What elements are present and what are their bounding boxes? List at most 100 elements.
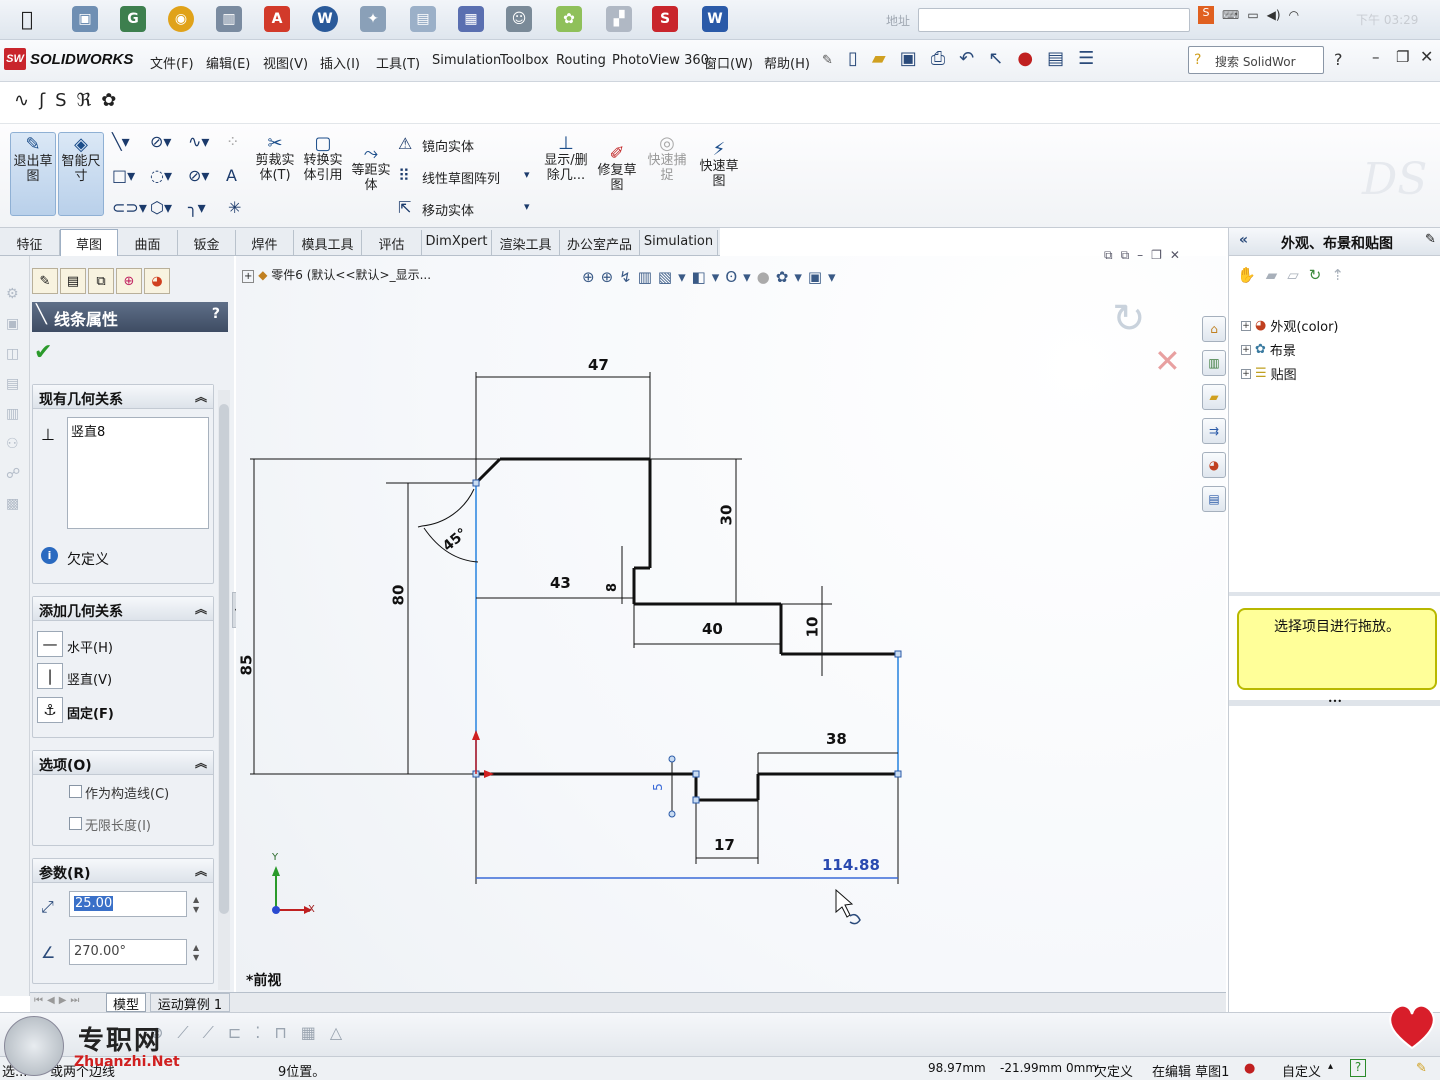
ellipse-tool-icon[interactable]: ⊘▾ bbox=[188, 166, 209, 185]
tab-sheetmetal[interactable]: 钣金 bbox=[178, 230, 236, 255]
expand-icon[interactable]: + bbox=[1241, 320, 1251, 331]
point-grid-icon[interactable]: ⁘ bbox=[226, 132, 239, 151]
tab-simulation[interactable]: Simulation bbox=[640, 230, 718, 255]
tab-model[interactable]: 模型 bbox=[106, 993, 146, 1013]
tab-office-products[interactable]: 办公室产品 bbox=[560, 230, 640, 255]
menu-edit[interactable]: 编辑(E) bbox=[206, 53, 250, 72]
expand-icon[interactable]: + bbox=[1241, 344, 1251, 355]
tree-item-appearances[interactable]: + ◕ 外观(color) bbox=[1241, 316, 1339, 335]
status-pencil-icon[interactable]: ✎ bbox=[1416, 1061, 1427, 1076]
dim-handle[interactable] bbox=[668, 810, 676, 818]
app4-icon[interactable]: ☺ bbox=[506, 6, 532, 32]
move-label[interactable]: 移动实体 bbox=[422, 200, 474, 219]
print-icon[interactable]: ⎙ bbox=[931, 48, 945, 69]
custom-props-tab-icon[interactable]: ▤ bbox=[1202, 486, 1226, 512]
sketch-points[interactable] bbox=[472, 479, 902, 818]
parameters-header[interactable]: 参数(R) ︽ bbox=[33, 859, 213, 883]
menu-file[interactable]: 文件(F) bbox=[150, 53, 194, 72]
menu-photoview[interactable]: PhotoView 360 bbox=[612, 53, 709, 68]
collapse-chevron-icon[interactable]: ︽ bbox=[195, 600, 207, 617]
menu-window[interactable]: 窗口(W) bbox=[704, 53, 753, 72]
sketch-picture-icon[interactable]: ✿ bbox=[101, 90, 116, 111]
tab-mold-tools[interactable]: 模具工具 bbox=[294, 230, 362, 255]
mirror-label[interactable]: 镜向实体 bbox=[422, 136, 474, 155]
app3-icon[interactable]: ▦ bbox=[458, 6, 484, 32]
dim-30[interactable]: 30 bbox=[717, 505, 735, 526]
resources-tab-icon[interactable]: ⌂ bbox=[1202, 316, 1226, 342]
style-spline-icon[interactable]: ʃ bbox=[39, 90, 45, 111]
endpoint[interactable] bbox=[472, 479, 480, 487]
chamfer-line[interactable] bbox=[474, 457, 502, 485]
propertymanager-tab-icon[interactable]: ▤ bbox=[60, 268, 86, 294]
status-help[interactable]: ? bbox=[1350, 1059, 1366, 1077]
file-props-icon[interactable]: ▤ bbox=[1047, 48, 1064, 69]
pdf-icon[interactable]: A bbox=[264, 6, 290, 32]
strip-icon-7[interactable]: ☍ bbox=[6, 466, 20, 482]
pm-help-icon[interactable]: ? bbox=[212, 306, 220, 322]
trim-entities-button[interactable]: ✂ 剪裁实体(T) bbox=[252, 132, 298, 216]
tree-item-decals[interactable]: + ☰ 贴图 bbox=[1241, 364, 1297, 383]
sketch-canvas[interactable] bbox=[236, 256, 1226, 992]
tab-weldments[interactable]: 焊件 bbox=[236, 230, 294, 255]
wifi-icon[interactable]: ◠ bbox=[1289, 8, 1299, 22]
dim-43[interactable]: 43 bbox=[550, 574, 571, 592]
sogou-icon[interactable]: S bbox=[1198, 6, 1214, 24]
file-explorer-tab-icon[interactable]: ▰ bbox=[1202, 384, 1226, 410]
add-relations-header[interactable]: 添加几何关系 ︽ bbox=[33, 597, 213, 621]
collapse-chevron-icon[interactable]: ︽ bbox=[195, 862, 207, 879]
move-icon[interactable]: ⇱ bbox=[398, 198, 411, 217]
dim-8[interactable]: 8 bbox=[605, 583, 620, 592]
slot-tool-icon[interactable]: ⊂⊃▾ bbox=[112, 198, 147, 217]
tab-evaluate[interactable]: 评估 bbox=[362, 230, 422, 255]
close-button[interactable]: ✕ bbox=[1420, 47, 1433, 66]
angle-input[interactable]: 270.00° bbox=[69, 939, 187, 965]
sketch-origin[interactable] bbox=[472, 730, 494, 778]
spline-tool2-icon[interactable]: ∿▾ bbox=[188, 132, 209, 151]
finder-icon[interactable]: ▣ bbox=[72, 6, 98, 32]
ok-checkmark-icon[interactable]: ✔ bbox=[34, 340, 52, 365]
dim-40[interactable]: 40 bbox=[702, 620, 723, 638]
graphics-area[interactable]: + ◆ 零件6 (默认<<默认>_显示... ⊕⊕↯▥▧▾◧▾ʘ▾●✿▾▣▾ ⧉… bbox=[236, 248, 1226, 992]
infinite-length-checkbox[interactable] bbox=[69, 817, 82, 830]
menu-help[interactable]: 帮助(H) bbox=[764, 53, 810, 72]
convert-entities-button[interactable]: ▢ 转换实体引用 bbox=[300, 132, 346, 216]
line-tool-icon[interactable]: ╲▾ bbox=[112, 132, 130, 151]
dim-80[interactable]: 80 bbox=[389, 585, 407, 606]
undo-icon[interactable]: ↶ bbox=[959, 48, 974, 69]
sketch-tool-e-icon[interactable]: ⁚ bbox=[255, 1023, 260, 1043]
folder-add-icon[interactable]: ▰ bbox=[1266, 266, 1278, 284]
pm-scrollbar-thumb[interactable] bbox=[219, 404, 229, 914]
expand-icon[interactable]: + bbox=[1241, 368, 1251, 379]
configmanager-tab-icon[interactable]: ⧉ bbox=[88, 268, 114, 294]
menu-simulation[interactable]: Simulation bbox=[432, 53, 501, 68]
tab-dimxpert[interactable]: DimXpert bbox=[422, 230, 492, 255]
doc-icon[interactable]: ▤ bbox=[410, 6, 436, 32]
rectangle-tool-icon[interactable]: □▾ bbox=[112, 166, 135, 185]
rebuild-icon[interactable]: ● bbox=[1017, 48, 1033, 69]
strip-icon-4[interactable]: ▤ bbox=[6, 376, 20, 392]
fillet-tool-icon[interactable]: ╮▾ bbox=[188, 198, 206, 217]
horizontal-relation-button[interactable]: — bbox=[37, 631, 63, 657]
word-icon[interactable]: W bbox=[702, 6, 728, 32]
offset-entities-button[interactable]: ⤳ 等距实体 bbox=[348, 142, 394, 226]
spline-tool-icon[interactable]: ∿ bbox=[14, 90, 29, 111]
dim-handle[interactable] bbox=[668, 755, 676, 763]
options-header[interactable]: 选项(O) ︽ bbox=[33, 751, 213, 775]
open-icon[interactable]: ▰ bbox=[872, 48, 886, 69]
tab-sketch[interactable]: 草图 bbox=[60, 229, 118, 256]
quick-snaps-button[interactable]: ◎ 快速捕捉 bbox=[644, 132, 690, 216]
menu-view[interactable]: 视图(V) bbox=[263, 53, 308, 72]
rapid-sketch-button[interactable]: ⚡ 快速草图 bbox=[696, 138, 742, 222]
select-icon[interactable]: ↖ bbox=[988, 48, 1003, 69]
strip-icon-3[interactable]: ◫ bbox=[6, 346, 20, 362]
status-units[interactable]: 自定义 bbox=[1282, 1061, 1321, 1080]
sketch-tool-h-icon[interactable]: △ bbox=[330, 1023, 342, 1043]
refresh-icon[interactable]: ↻ bbox=[1309, 266, 1322, 284]
pattern-dropdown-icon[interactable]: ▾ bbox=[524, 168, 530, 181]
sketch-tool-g-icon[interactable]: ▦ bbox=[301, 1023, 316, 1043]
dim-10[interactable]: 10 bbox=[803, 617, 821, 638]
strip-icon-5[interactable]: ▥ bbox=[6, 406, 20, 422]
rebuild-indicator-icon[interactable]: ● bbox=[1244, 1061, 1255, 1076]
fix-relation-button[interactable]: ⚓ bbox=[37, 697, 63, 723]
app6-icon[interactable]: ▞ bbox=[606, 6, 632, 32]
